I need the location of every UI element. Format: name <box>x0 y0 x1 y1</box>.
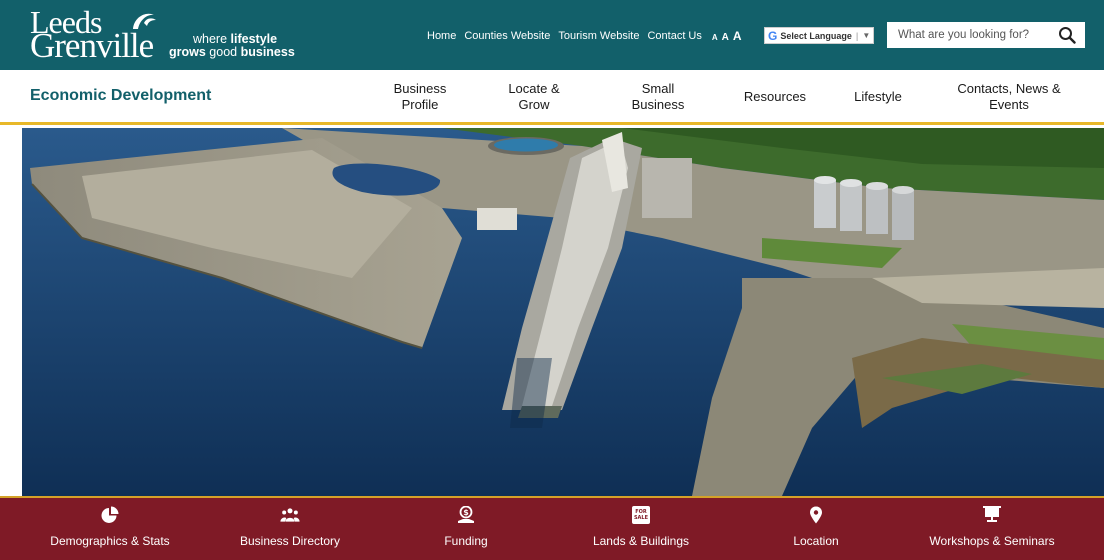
hero-image-port-aerial <box>22 128 1104 496</box>
nav-item-small-business[interactable]: Small Business <box>618 81 698 113</box>
util-link-home[interactable]: Home <box>427 30 456 42</box>
quick-link-label: Location <box>793 534 839 548</box>
leeds-grenville-logo[interactable]: Leeds Grenville where lifestyle grows go… <box>30 6 300 64</box>
presentation-board-icon <box>983 506 1001 522</box>
nav-label-line2: Events <box>989 97 1029 112</box>
hero-illustration <box>22 128 1104 496</box>
tagline-business: business <box>240 45 295 59</box>
search-icon[interactable] <box>1058 26 1076 44</box>
nav-item-lifestyle[interactable]: Lifestyle <box>840 89 916 105</box>
quick-links-bar: Demographics & Stats Business Directory … <box>0 496 1104 560</box>
search-box <box>887 22 1085 48</box>
nav-item-resources[interactable]: Resources <box>734 89 816 105</box>
for-sale-sign-text: SALE <box>634 515 649 521</box>
quick-link-funding[interactable]: $ Funding <box>381 506 551 548</box>
nav-label-line1: Contacts, News & <box>957 81 1061 96</box>
money-hand-icon: $ <box>458 506 474 523</box>
font-size-medium-button[interactable]: A <box>722 32 729 43</box>
quick-link-location[interactable]: Location <box>731 506 901 548</box>
google-g-icon: G <box>768 28 778 43</box>
quick-link-demographics-stats[interactable]: Demographics & Stats <box>25 506 195 548</box>
main-nav: Economic Development Business Profile Lo… <box>0 70 1104 125</box>
quick-link-label: Demographics & Stats <box>50 534 170 548</box>
nav-item-business-profile[interactable]: Business Profile <box>380 81 460 113</box>
font-size-large-button[interactable]: A <box>733 29 742 43</box>
util-link-counties-website[interactable]: Counties Website <box>464 30 550 42</box>
quick-link-label: Lands & Buildings <box>592 534 690 548</box>
for-sale-sign-icon: FOR SALE <box>632 506 650 524</box>
nav-label-line2: Business <box>631 97 685 112</box>
tagline-where: where <box>193 32 228 46</box>
nav-item-locate-grow[interactable]: Locate & Grow <box>494 81 574 113</box>
tagline-lifestyle: lifestyle <box>230 32 278 46</box>
quick-link-lands-buildings[interactable]: FOR SALE Lands & Buildings <box>556 506 726 548</box>
nav-label-line1: Locate & <box>508 81 560 96</box>
utility-nav: Home Counties Website Tourism Website Co… <box>427 29 756 43</box>
quick-link-workshops-seminars[interactable]: Workshops & Seminars <box>907 506 1077 548</box>
svg-text:$: $ <box>463 508 469 517</box>
font-size-controls: A A A <box>712 29 746 43</box>
section-title[interactable]: Economic Development <box>30 87 211 105</box>
util-link-tourism-website[interactable]: Tourism Website <box>558 30 639 42</box>
nav-label-line2: Grow <box>518 97 550 112</box>
nav-label-line1: Lifestyle <box>854 89 902 104</box>
logo-word-grenville: Grenville <box>30 26 154 65</box>
quick-link-business-directory[interactable]: Business Directory <box>205 506 375 548</box>
nav-label-line1: Small <box>641 81 675 96</box>
util-link-contact-us[interactable]: Contact Us <box>647 30 701 42</box>
site-header: Leeds Grenville where lifestyle grows go… <box>0 0 1104 70</box>
nav-label-line1: Business <box>393 81 447 96</box>
language-select-label: Select Language <box>780 30 852 41</box>
language-select-divider: | <box>855 30 859 41</box>
search-input[interactable] <box>887 23 1047 47</box>
chevron-down-icon: ▼ <box>862 31 871 40</box>
logo-tagline: where lifestyle grows good business <box>169 33 295 59</box>
people-icon <box>280 508 300 522</box>
quick-link-label: Business Directory <box>239 534 341 548</box>
quick-link-label: Funding <box>444 534 488 548</box>
pie-chart-icon <box>101 506 119 523</box>
tagline-grows: grows <box>169 45 206 59</box>
font-size-small-button[interactable]: A <box>712 33 718 42</box>
tagline-good: good <box>209 45 238 59</box>
quick-link-label: Workshops & Seminars <box>929 534 1055 548</box>
nav-label-line1: Resources <box>743 89 807 104</box>
nav-label-line2: Profile <box>401 97 439 112</box>
nav-item-contacts-news-events[interactable]: Contacts, News & Events <box>940 81 1078 113</box>
language-select[interactable]: G Select Language | ▼ <box>764 27 874 44</box>
map-pin-icon <box>810 506 822 524</box>
